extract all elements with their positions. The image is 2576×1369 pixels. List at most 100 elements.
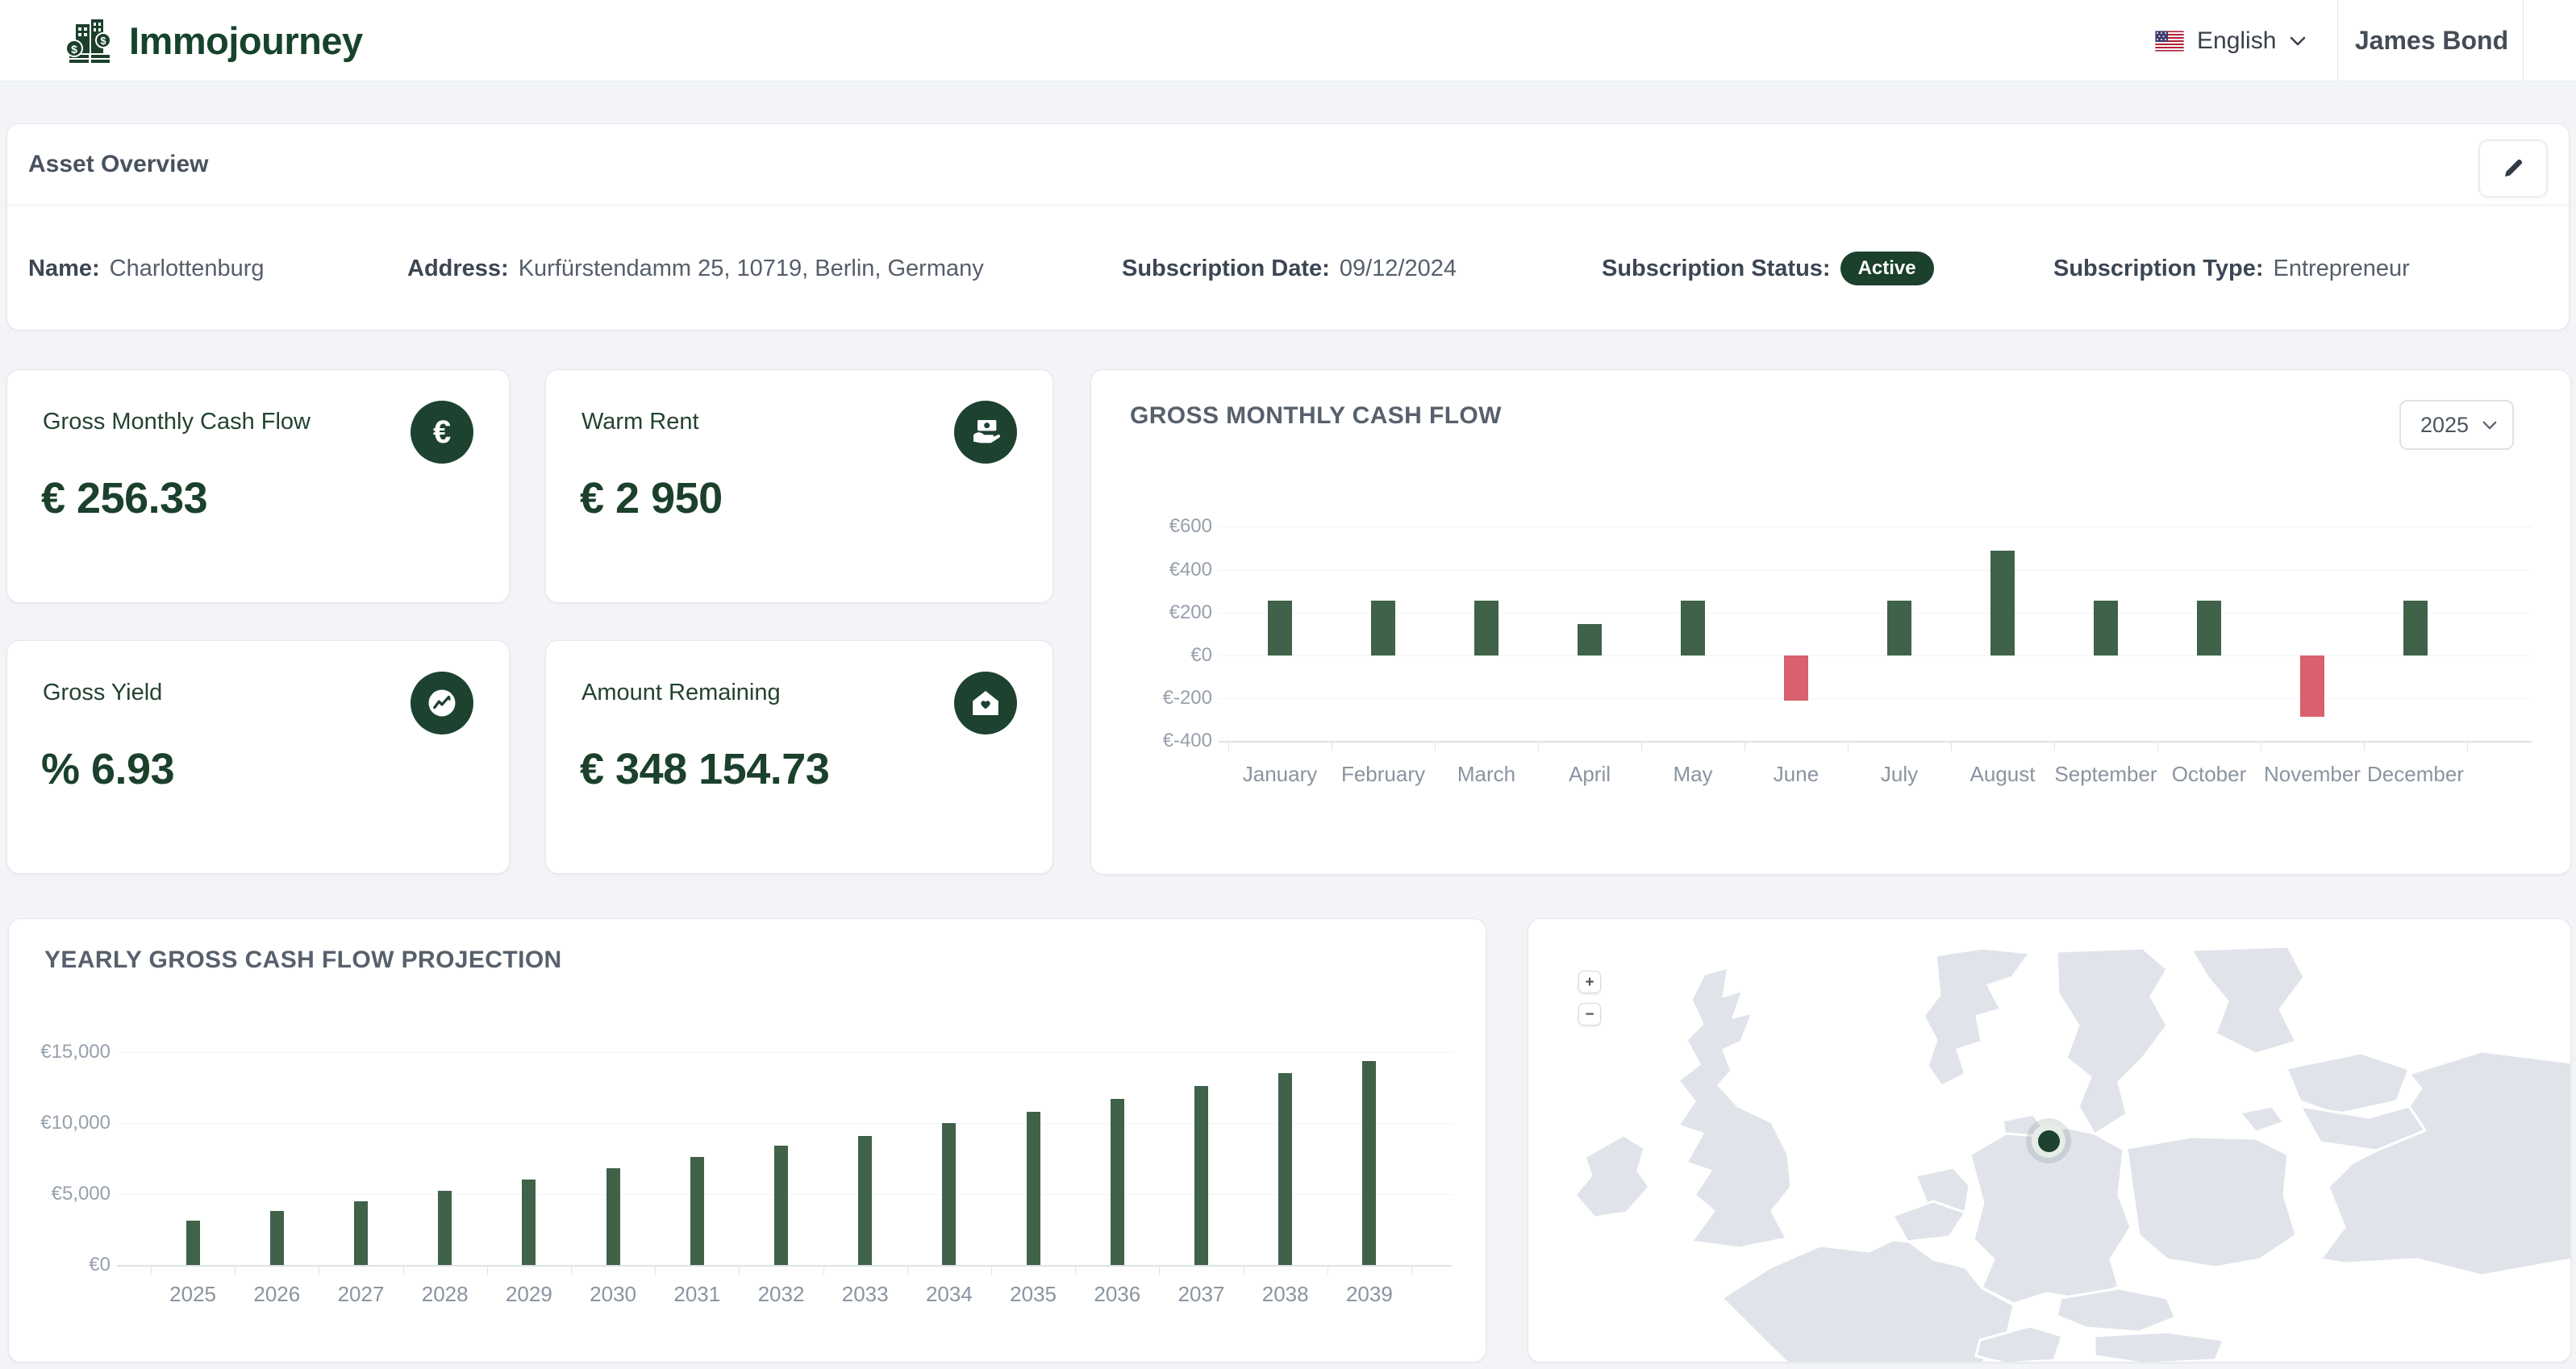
field-value: Charlottenburg bbox=[110, 256, 265, 282]
field-label: Name: bbox=[28, 256, 100, 282]
chevron-down-icon bbox=[2289, 35, 2307, 47]
x-axis-tick bbox=[991, 1265, 992, 1275]
x-axis-category-label: December bbox=[2348, 762, 2483, 787]
bar-2039[interactable] bbox=[1362, 1061, 1376, 1265]
x-axis-tick bbox=[2054, 741, 2055, 751]
user-menu[interactable]: James Bond bbox=[2351, 0, 2512, 81]
bar-2038[interactable] bbox=[1278, 1073, 1292, 1265]
x-axis-tick bbox=[1228, 741, 1229, 751]
gridline bbox=[117, 1123, 1453, 1124]
bar-March[interactable] bbox=[1474, 601, 1498, 655]
field-label: Address: bbox=[407, 256, 509, 282]
gridline bbox=[1219, 613, 2532, 614]
house-icon bbox=[954, 672, 1017, 734]
yearly-projection-chart-card: YEARLY GROSS CASH FLOW PROJECTION €15,00… bbox=[8, 918, 1486, 1363]
asset-field-subscription-date: Subscription Date: 09/12/2024 bbox=[1122, 206, 1457, 331]
svg-text:$: $ bbox=[100, 35, 106, 47]
y-axis-tick-label: €200 bbox=[1107, 601, 1212, 624]
bar-April[interactable] bbox=[1578, 624, 1602, 655]
bar-November[interactable] bbox=[2300, 655, 2324, 717]
x-axis-tick bbox=[739, 1265, 740, 1275]
app-title: Immojourney bbox=[129, 19, 363, 63]
field-value: Kurfürstendamm 25, 10719, Berlin, German… bbox=[519, 256, 984, 282]
asset-field-name: Name: Charlottenburg bbox=[28, 206, 265, 331]
gridline bbox=[1219, 526, 2532, 527]
yearly-bar-chart: €15,000€10,000€5,000€0202520262027202820… bbox=[9, 919, 1486, 1362]
bar-2033[interactable] bbox=[858, 1136, 872, 1265]
field-label: Subscription Type: bbox=[2053, 256, 2263, 282]
gridline bbox=[1219, 698, 2532, 699]
bar-2036[interactable] bbox=[1111, 1099, 1124, 1265]
gridline bbox=[117, 1265, 1453, 1267]
app-logo[interactable]: $ $ Immojourney bbox=[65, 0, 363, 81]
y-axis-tick-label: €-400 bbox=[1107, 730, 1212, 752]
euro-icon: € bbox=[411, 401, 473, 464]
bar-2030[interactable] bbox=[606, 1168, 620, 1265]
bar-2037[interactable] bbox=[1194, 1086, 1208, 1265]
y-axis-tick-label: €400 bbox=[1107, 559, 1212, 581]
kpi-title: Amount Remaining bbox=[581, 680, 781, 706]
bar-2028[interactable] bbox=[438, 1191, 452, 1265]
x-axis-tick bbox=[151, 1265, 152, 1275]
field-label: Subscription Date: bbox=[1122, 256, 1330, 282]
kpi-card-gross-yield: Gross Yield % 6.93 bbox=[6, 640, 510, 874]
bar-October[interactable] bbox=[2197, 601, 2221, 655]
x-axis-tick bbox=[1641, 741, 1642, 751]
bar-February[interactable] bbox=[1371, 601, 1395, 655]
kpi-value: € 348 154.73 bbox=[580, 744, 829, 794]
x-axis-tick bbox=[1075, 1265, 1076, 1275]
bar-2026[interactable] bbox=[270, 1211, 284, 1265]
bar-September[interactable] bbox=[2094, 601, 2118, 655]
bar-June[interactable] bbox=[1784, 655, 1808, 701]
x-axis-tick bbox=[1435, 741, 1436, 751]
bar-December[interactable] bbox=[2403, 601, 2428, 655]
x-axis-tick bbox=[1744, 741, 1745, 751]
kpi-card-warm-rent: Warm Rent € 2 950 bbox=[545, 369, 1053, 603]
language-selector[interactable]: English bbox=[2155, 0, 2307, 81]
map-zoom-in-button[interactable]: + bbox=[1578, 971, 1601, 993]
bar-2027[interactable] bbox=[354, 1201, 368, 1265]
chart-trend-icon bbox=[411, 672, 473, 734]
immojourney-logo-icon: $ $ bbox=[65, 16, 115, 66]
y-axis-tick-label: €0 bbox=[6, 1254, 110, 1276]
marker-dot bbox=[2038, 1130, 2060, 1152]
x-axis-tick bbox=[1538, 741, 1539, 751]
bar-2035[interactable] bbox=[1027, 1112, 1040, 1265]
map-zoom-controls: + − bbox=[1578, 971, 1601, 1026]
x-axis-tick bbox=[2157, 741, 2158, 751]
pencil-icon bbox=[2500, 156, 2526, 181]
map-location-marker[interactable] bbox=[2026, 1118, 2071, 1163]
x-axis-tick bbox=[1951, 741, 1952, 751]
field-value: 09/12/2024 bbox=[1340, 256, 1457, 282]
gross-monthly-cash-flow-chart-card: GROSS MONTHLY CASH FLOW 2025 €600€400€20… bbox=[1090, 369, 2571, 875]
x-axis-tick bbox=[907, 1265, 908, 1275]
bar-2031[interactable] bbox=[690, 1157, 704, 1265]
gridline bbox=[1219, 570, 2532, 571]
edit-asset-button[interactable] bbox=[2478, 139, 2548, 198]
kpi-title: Gross Monthly Cash Flow bbox=[43, 409, 311, 435]
x-axis-tick bbox=[403, 1265, 404, 1275]
asset-field-subscription-status: Subscription Status: Active bbox=[1602, 206, 1934, 331]
map-zoom-out-button[interactable]: − bbox=[1578, 1003, 1601, 1026]
x-axis-tick bbox=[655, 1265, 656, 1275]
asset-location-map[interactable]: + − bbox=[1528, 918, 2571, 1363]
gridline bbox=[117, 1052, 1453, 1053]
y-axis-tick-label: €600 bbox=[1107, 515, 1212, 538]
y-axis-tick-label: €0 bbox=[1107, 644, 1212, 667]
x-axis-tick bbox=[1159, 1265, 1160, 1275]
bar-2029[interactable] bbox=[522, 1180, 536, 1265]
header-divider bbox=[2337, 0, 2338, 81]
bar-2032[interactable] bbox=[774, 1146, 788, 1265]
bar-January[interactable] bbox=[1268, 601, 1292, 655]
marker-ring bbox=[2032, 1124, 2065, 1158]
bar-2034[interactable] bbox=[942, 1123, 956, 1265]
bar-2025[interactable] bbox=[186, 1221, 200, 1265]
status-badge: Active bbox=[1840, 252, 1934, 285]
bar-July[interactable] bbox=[1887, 601, 1911, 655]
asset-field-address: Address: Kurfürstendamm 25, 10719, Berli… bbox=[407, 206, 984, 331]
x-axis-tick bbox=[571, 1265, 572, 1275]
bar-May[interactable] bbox=[1681, 601, 1705, 655]
y-axis-tick-label: €15,000 bbox=[6, 1041, 110, 1063]
bar-August[interactable] bbox=[1990, 551, 2015, 655]
kpi-card-gross-monthly-cash-flow: Gross Monthly Cash Flow € € 256.33 bbox=[6, 369, 510, 603]
